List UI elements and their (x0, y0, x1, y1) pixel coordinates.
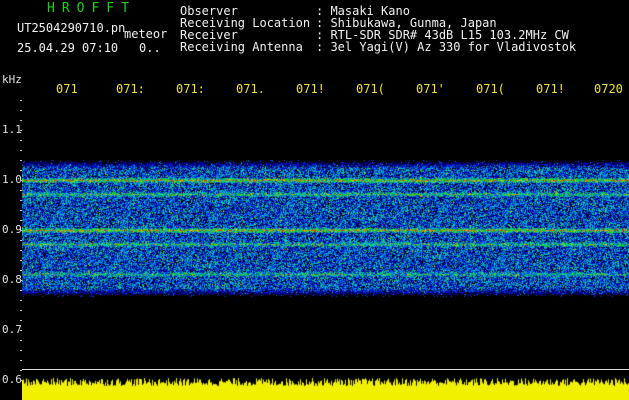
time-label: 071' (416, 82, 445, 96)
freq-label: 0.9 (2, 223, 22, 236)
freq-label: 0.7 (2, 323, 22, 336)
time-label: 071: (176, 82, 205, 96)
freq-label: 1.1 (2, 123, 22, 136)
mode-label: meteor (124, 27, 168, 41)
waterfall-spectrogram (22, 96, 629, 400)
timestamp-suffix: 0.. (139, 41, 161, 55)
freq-label: 0.6 (2, 373, 22, 386)
freq-label: 1.0 (2, 173, 22, 186)
time-label: 071. (236, 82, 265, 96)
time-label: 071! (296, 82, 325, 96)
time-label: 071 (56, 82, 78, 96)
amplitude-baseline (22, 369, 629, 370)
station-info: Observer : Masaki Kano Receiving Locatio… (180, 5, 576, 53)
time-label: 071: (116, 82, 145, 96)
freq-label: 0.8 (2, 273, 22, 286)
info-key: Receiving Antenna (180, 40, 303, 54)
info-value: : 3el Yagi(V) Az 330 for Vladivostok (316, 40, 577, 54)
app-title: HROFFT (47, 1, 136, 16)
frequency-unit: kHz (2, 73, 22, 86)
file-name: UT2504290710.pn (17, 21, 126, 35)
time-label: 071( (356, 82, 385, 96)
timestamp: 25.04.29 07:10 (17, 41, 119, 55)
info-row-antenna: Receiving Antenna : 3el Yagi(V) Az 330 f… (180, 41, 576, 53)
time-label: 071( (476, 82, 505, 96)
time-label: 0720 (594, 82, 623, 96)
time-label: 071! (536, 82, 565, 96)
